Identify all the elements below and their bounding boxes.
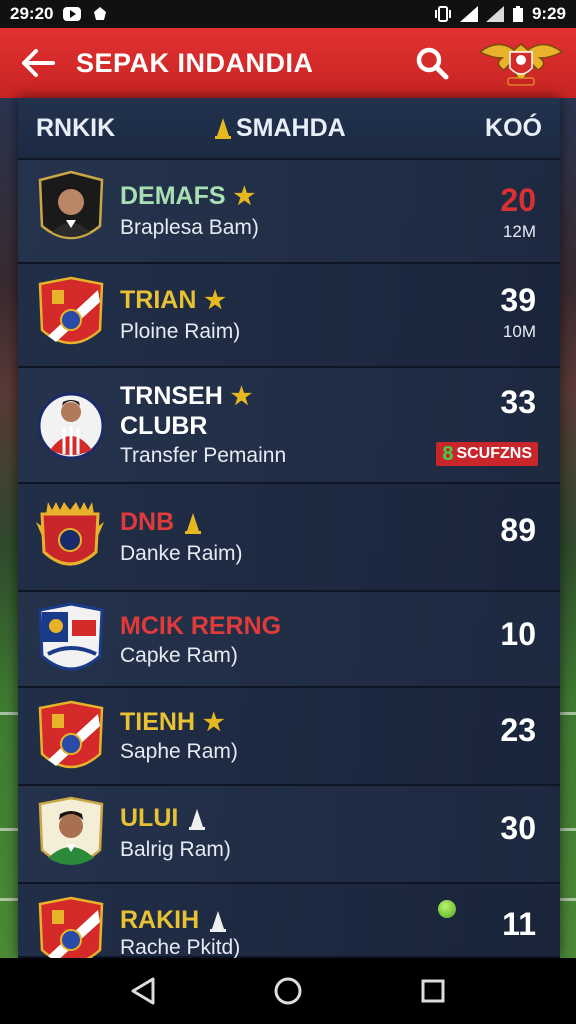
table-row[interactable]: TRIAN ★ Ploine Raim) 39 10M — [18, 264, 560, 368]
status-badge-number: 8 — [442, 442, 454, 465]
club-crest — [38, 602, 104, 671]
club-crest — [36, 502, 104, 566]
team-subtitle: Braplesa Bam) — [120, 216, 259, 239]
table-row[interactable]: TIENH ★ Saphe Ram) 23 — [18, 688, 560, 786]
eagle-crest-logo[interactable] — [478, 34, 564, 94]
row-name-2: CLUBR — [120, 412, 208, 441]
team-name: TIENH — [120, 708, 195, 736]
team-subtitle: Ploine Raim) — [120, 320, 241, 343]
status-bar: 29:20 9:29 — [0, 0, 576, 28]
team-subtitle: Saphe Ram) — [120, 740, 238, 763]
column-team-label: SMAHDA — [236, 113, 346, 142]
team-name: ULUI — [120, 804, 179, 832]
team-score: 20 — [500, 182, 536, 218]
table-row[interactable]: RAKIH Rache Pkitd) 11 — [18, 884, 560, 958]
table-row[interactable]: TRNSEH ★ CLUBR Transfer Pemainn 33 8 SCU… — [18, 368, 560, 484]
row-name: TRNSEH ★ — [120, 382, 252, 411]
pawn-icon — [185, 512, 202, 534]
page-title: SEPAK INDANDIA — [76, 47, 314, 78]
nav-recents-button[interactable] — [403, 966, 463, 1016]
player-avatar — [38, 796, 104, 865]
team-name: MCIK RERNG — [120, 612, 282, 640]
team-score-sub: 12M — [502, 222, 536, 241]
row-name: TIENH ★ — [120, 708, 225, 737]
nav-home-button[interactable] — [258, 966, 318, 1016]
notification-icon — [94, 7, 107, 20]
team-score: 10 — [500, 616, 536, 652]
column-rank[interactable]: RNKIK — [36, 114, 115, 143]
table-row[interactable]: DNB Danke Raim) 89 — [18, 484, 560, 592]
status-time-left: 29:20 — [10, 4, 54, 23]
team-score: 30 — [500, 810, 536, 846]
team-score: 23 — [500, 712, 536, 748]
player-avatar — [38, 392, 104, 460]
row-name: DEMAFS ★ — [120, 182, 255, 211]
arrow-left-icon — [22, 49, 55, 77]
nav-home-icon — [274, 977, 302, 1005]
team-score: 33 — [500, 384, 536, 420]
row-name: ULUI — [120, 804, 208, 833]
table-row[interactable]: MCIK RERNG Capke Ram) 10 — [18, 592, 560, 688]
star-icon: ★ — [203, 709, 225, 736]
signal-icon-2 — [485, 6, 504, 22]
column-team[interactable]: SMAHDA — [212, 114, 346, 143]
pawn-icon — [189, 808, 206, 830]
play-icon — [63, 7, 82, 21]
status-badge-label: SCUFZNS — [456, 445, 532, 462]
back-button[interactable] — [0, 28, 76, 98]
system-nav-bar — [0, 958, 576, 1024]
battery-icon — [512, 6, 523, 22]
star-icon: ★ — [233, 183, 256, 210]
team-name: DNB — [120, 508, 175, 536]
table-row[interactable]: DEMAFS ★ Braplesa Bam) 20 12M — [18, 160, 560, 264]
team-score: 89 — [500, 512, 536, 548]
vibrate-icon — [434, 6, 451, 22]
team-name: RAKIH — [120, 906, 200, 934]
pawn-icon — [215, 118, 231, 139]
star-icon: ★ — [230, 383, 253, 410]
pawn-icon — [210, 910, 227, 932]
team-score-sub: 10M — [502, 322, 536, 341]
app-bar: SEPAK INDANDIA — [0, 28, 576, 98]
team-name-line-2: CLUBR — [120, 412, 208, 440]
team-score: 11 — [502, 906, 536, 942]
search-button[interactable] — [406, 40, 458, 86]
star-icon: ★ — [204, 287, 226, 314]
team-subtitle: Rache Pkitd) — [120, 936, 241, 958]
nav-back-button[interactable] — [113, 966, 173, 1016]
nav-recents-icon — [421, 979, 445, 1003]
team-name: TRNSEH — [120, 382, 223, 410]
search-icon — [416, 47, 449, 80]
column-points[interactable]: KOÓ — [485, 114, 542, 143]
row-name: RAKIH — [120, 906, 229, 935]
ranking-panel: RNKIK SMAHDA KOÓ DEMAFS ★ Braplesa Bam) … — [18, 98, 560, 958]
signal-icon — [459, 6, 478, 22]
team-subtitle: Balrig Ram) — [120, 838, 231, 861]
table-row[interactable]: ULUI Balrig Ram) 30 — [18, 786, 560, 884]
column-header: RNKIK SMAHDA KOÓ — [18, 98, 560, 160]
club-crest — [38, 700, 104, 769]
team-name: TRIAN — [120, 286, 197, 314]
club-crest — [38, 276, 104, 345]
team-score: 39 — [500, 282, 536, 318]
nav-back-icon — [131, 977, 155, 1005]
team-subtitle: Danke Raim) — [120, 542, 243, 565]
status-badge[interactable]: 8 SCUFZNS — [436, 442, 538, 466]
club-crest — [38, 896, 104, 958]
row-name: MCIK RERNG — [120, 612, 281, 641]
team-subtitle: Transfer Pemainn — [120, 444, 287, 467]
team-name: DEMAFS — [120, 182, 226, 210]
row-name: TRIAN ★ — [120, 286, 226, 315]
online-indicator-icon — [438, 900, 456, 918]
team-subtitle: Capke Ram) — [120, 644, 238, 667]
player-avatar — [38, 170, 104, 240]
status-time-right: 9:29 — [531, 4, 566, 23]
row-name: DNB — [120, 508, 204, 537]
